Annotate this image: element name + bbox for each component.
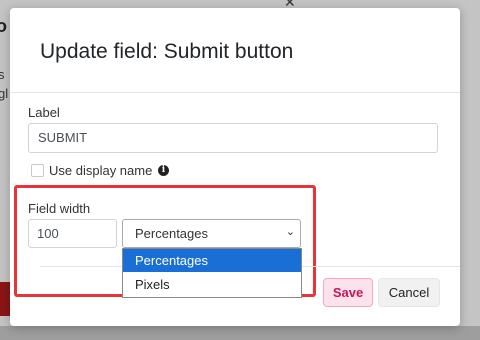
background-bottom-strip [0, 326, 480, 340]
label-input[interactable]: SUBMIT [28, 123, 438, 153]
background-title-fragment: o [0, 16, 7, 36]
modal-header-divider [10, 92, 460, 93]
use-display-name-checkbox[interactable] [31, 164, 44, 177]
field-width-unit-select[interactable]: Percentages ⌄ [122, 219, 301, 248]
info-icon[interactable]: i [158, 165, 169, 176]
label-field-caption: Label [28, 105, 60, 120]
select-value: Percentages [135, 226, 208, 241]
background-text-fragment: s [0, 67, 5, 82]
unit-dropdown-list: Percentages Pixels [122, 248, 302, 298]
field-width-input[interactable]: 100 [28, 219, 117, 248]
field-width-caption: Field width [28, 201, 91, 216]
dropdown-option-percentages[interactable]: Percentages [123, 249, 301, 272]
use-display-name-label[interactable]: Use display name [49, 163, 152, 178]
dropdown-option-pixels[interactable]: Pixels [123, 273, 301, 296]
chevron-down-icon: ⌄ [285, 226, 295, 238]
modal-title: Update field: Submit button [40, 40, 294, 63]
background-text-fragment: gl [0, 86, 9, 101]
background-red-element [0, 282, 10, 316]
cancel-button[interactable]: Cancel [378, 278, 440, 307]
save-button[interactable]: Save [323, 278, 373, 307]
update-field-modal: Update field: Submit button Label SUBMIT… [10, 8, 460, 326]
